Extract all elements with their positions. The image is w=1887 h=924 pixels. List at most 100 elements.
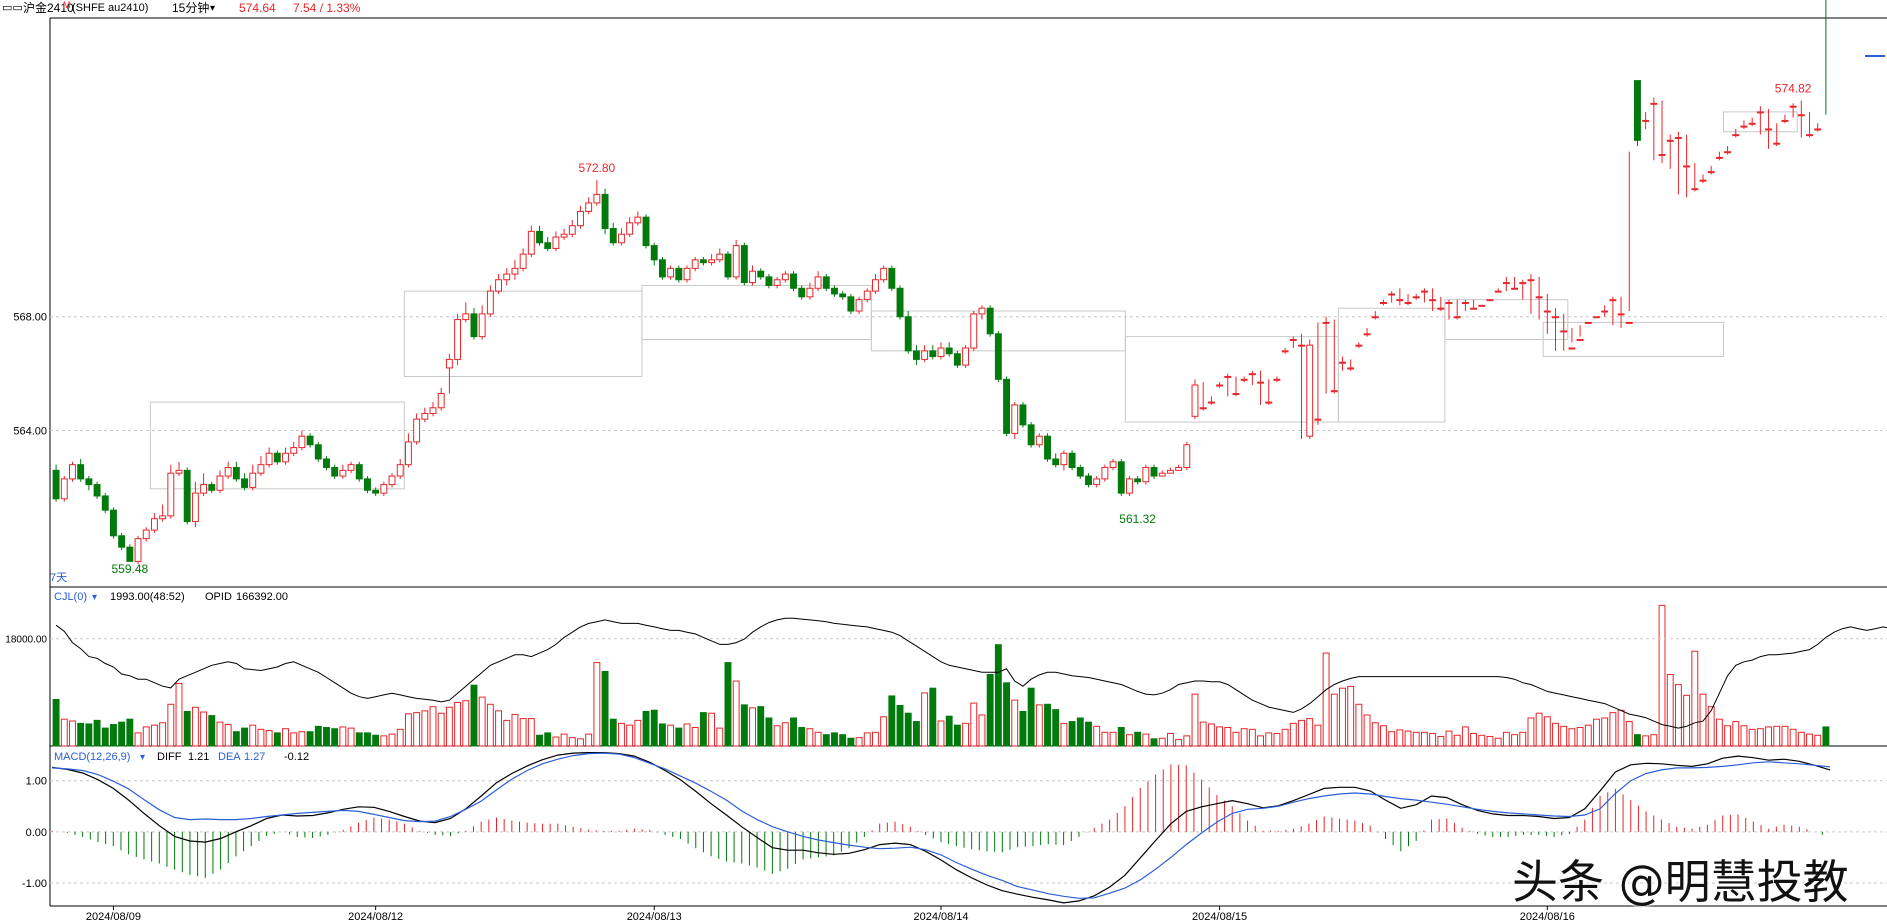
candle-body xyxy=(1166,469,1174,474)
date-axis: 2024/08/09 2024/08/12 2024/08/13 2024/08/14… xyxy=(86,906,1575,923)
volume-bar xyxy=(1142,733,1150,747)
volume-bar xyxy=(798,727,806,747)
volume-bar xyxy=(658,723,666,747)
volume-bar xyxy=(1797,731,1805,747)
candle-body xyxy=(380,484,388,494)
candle-body xyxy=(1453,316,1461,319)
opid-value: 166392.00 xyxy=(236,591,288,603)
candle-body xyxy=(708,259,716,264)
volume-bar xyxy=(896,704,904,747)
candlesticks[interactable] xyxy=(52,0,1827,565)
candle-body xyxy=(1388,293,1396,296)
volume-bar xyxy=(708,712,716,747)
date-label: 2024/08/12 xyxy=(348,911,403,923)
volume-bar xyxy=(380,735,388,747)
volume-bar xyxy=(699,712,707,747)
chevron-down-icon[interactable]: ▾ xyxy=(140,752,145,763)
volume-bar xyxy=(1461,726,1469,747)
volume-bar xyxy=(1420,731,1428,747)
candle-body xyxy=(1076,467,1084,477)
volume-bar xyxy=(863,732,871,747)
volume-bar xyxy=(1535,712,1543,747)
volume-bar xyxy=(1765,726,1772,747)
candle-body xyxy=(544,242,552,249)
candle-body xyxy=(323,458,330,469)
volume-bar xyxy=(716,727,724,747)
volume-indicator-name[interactable]: CJL(0) xyxy=(54,591,87,603)
volume-bar xyxy=(626,724,634,747)
candle-body xyxy=(1511,287,1518,290)
volume-bar xyxy=(69,720,76,747)
volume-bar xyxy=(888,695,896,747)
candle-body xyxy=(290,447,298,454)
volume-bar xyxy=(1019,710,1027,747)
volume-bar xyxy=(249,724,257,747)
candle-body xyxy=(85,478,93,486)
candle-body xyxy=(847,296,855,312)
volume-bar xyxy=(1486,735,1494,747)
candle-body xyxy=(421,412,429,420)
macd-tick-label: 1.00 xyxy=(26,776,47,788)
volume-bar xyxy=(142,726,150,747)
candle-body xyxy=(1765,128,1772,131)
candle-body xyxy=(495,279,502,292)
volume-bar xyxy=(1298,719,1305,747)
volume-bar xyxy=(1732,721,1740,747)
candle-body xyxy=(429,407,437,414)
macd-indicator-name[interactable]: MACD(12,26,9) xyxy=(54,751,130,763)
candle-body xyxy=(1543,310,1551,313)
candle-body xyxy=(1019,404,1027,426)
futures-chart[interactable]: 572.80559.48561.32574.827天 564.00568.00 … xyxy=(0,0,1887,924)
volume-bar xyxy=(822,734,830,747)
candle-body xyxy=(1183,444,1191,469)
volume-bar xyxy=(241,727,248,747)
volume-bar xyxy=(1388,731,1396,747)
candle-body xyxy=(839,293,847,298)
candle-body xyxy=(912,350,920,360)
volume-bar xyxy=(683,723,691,747)
candle-body xyxy=(1085,475,1092,486)
candle-body xyxy=(978,307,986,315)
candle-body xyxy=(1666,139,1674,142)
volume-bar xyxy=(552,736,560,747)
candle-body xyxy=(814,276,822,289)
candle-body xyxy=(216,475,224,491)
candle-body xyxy=(364,478,371,491)
candle-body xyxy=(953,353,961,366)
chevron-down-icon[interactable]: ▾ xyxy=(92,592,97,603)
volume-bar xyxy=(831,732,838,747)
price-annotation: 572.80 xyxy=(579,161,616,175)
candle-body xyxy=(404,441,412,466)
candle-body xyxy=(781,273,789,281)
candle-body xyxy=(314,444,322,460)
candle-body xyxy=(1691,188,1699,191)
candle-body xyxy=(339,469,347,477)
volume-bar xyxy=(118,721,126,747)
price-tick-label: 568.00 xyxy=(13,312,47,324)
volume-bar xyxy=(904,712,912,747)
candle-body xyxy=(101,495,109,511)
candle-body xyxy=(1806,134,1813,137)
volume-bar xyxy=(912,721,920,747)
candle-body xyxy=(757,270,765,278)
volume-bar xyxy=(200,711,208,747)
volume-bar xyxy=(1224,727,1232,747)
volume-bar xyxy=(1789,728,1797,747)
volume-bar xyxy=(1052,709,1060,747)
candle-body xyxy=(1470,307,1478,310)
volume-bar xyxy=(618,722,625,747)
candle-body xyxy=(568,225,576,235)
volume-bar xyxy=(1576,727,1584,747)
volume-bar xyxy=(749,707,756,747)
candle-body xyxy=(986,307,994,335)
candle-body xyxy=(1035,435,1043,446)
candle-body xyxy=(478,313,486,338)
volume-reading: 1993.00(48:52) xyxy=(110,591,185,603)
diff-value: 1.21 xyxy=(188,751,209,763)
volume-bar xyxy=(339,726,347,747)
volume-bar xyxy=(1683,694,1691,747)
candle-body xyxy=(1355,344,1363,347)
volume-bar xyxy=(331,728,339,747)
candle-body xyxy=(1494,290,1502,293)
volume-bar xyxy=(642,710,650,747)
